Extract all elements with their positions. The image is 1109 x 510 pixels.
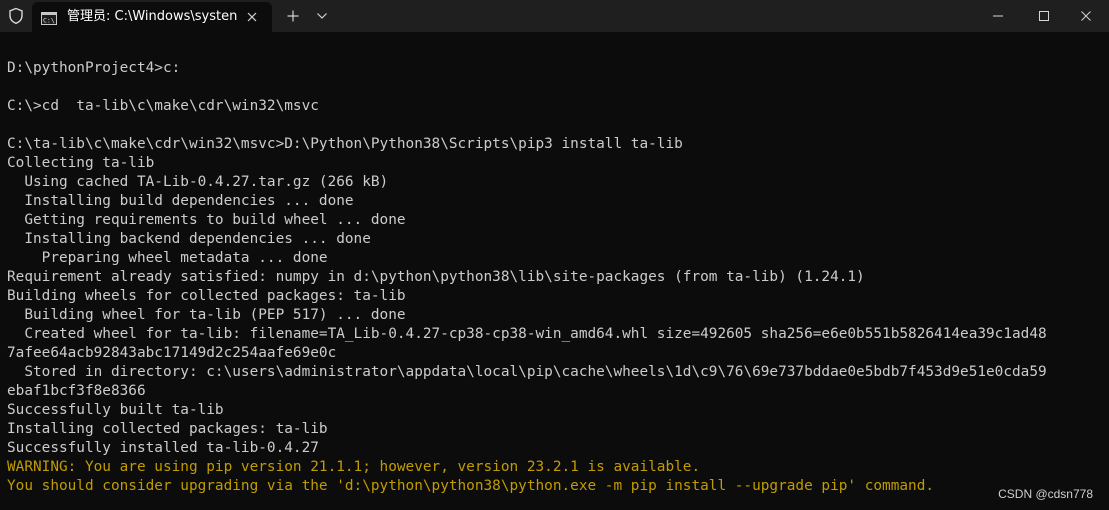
terminal-line: Installing backend dependencies ... done <box>7 231 371 247</box>
maximize-icon <box>1039 11 1049 21</box>
tab-title: 管理员: C:\Windows\systen <box>67 9 238 24</box>
terminal-line: Preparing wheel metadata ... done <box>7 250 328 266</box>
watermark: CSDN @cdsn778 <box>998 487 1093 501</box>
terminal-line: C:\ta-lib\c\make\cdr\win32\msvc>D:\Pytho… <box>7 136 683 152</box>
terminal-line: 7afee64acb92843abc17149d2c254aafe69e0c <box>7 345 337 361</box>
close-window-button[interactable] <box>1063 0 1109 32</box>
minimize-button[interactable] <box>975 0 1021 32</box>
terminal-line: Installing collected packages: ta-lib <box>7 421 328 437</box>
terminal-line: Installing build dependencies ... done <box>7 193 354 209</box>
terminal-line: ebaf1bcf3f8e8366 <box>7 383 146 399</box>
terminal-icon: C:\ <box>41 10 57 25</box>
tab-admin-cmd[interactable]: C:\ 管理员: C:\Windows\systen <box>32 2 272 32</box>
tab-dropdown-button[interactable] <box>310 4 334 28</box>
terminal-line: Getting requirements to build wheel ... … <box>7 212 406 228</box>
warning-line: You should consider upgrading via the 'd… <box>7 478 935 494</box>
svg-text:C:\: C:\ <box>43 17 55 25</box>
minimize-icon <box>993 15 1003 17</box>
terminal-line: Created wheel for ta-lib: filename=TA_Li… <box>7 326 1047 342</box>
terminal-line: Requirement already satisfied: numpy in … <box>7 269 865 285</box>
close-tab-icon[interactable] <box>240 5 264 29</box>
terminal-line: Successfully built ta-lib <box>7 402 224 418</box>
plus-icon <box>287 10 299 22</box>
maximize-button[interactable] <box>1021 0 1067 32</box>
terminal-line: Building wheels for collected packages: … <box>7 288 406 304</box>
terminal-output[interactable]: D:\pythonProject4>c: C:\>cd ta-lib\c\make… <box>7 59 1109 496</box>
warning-line: WARNING: You are using pip version 21.1.… <box>7 459 701 475</box>
terminal-line: Successfully installed ta-lib-0.4.27 <box>7 440 319 456</box>
terminal-line: Using cached TA-Lib-0.4.27.tar.gz (266 k… <box>7 174 389 190</box>
terminal-line: Collecting ta-lib <box>7 155 155 171</box>
close-icon <box>1081 11 1091 21</box>
terminal-line: Building wheel for ta-lib (PEP 517) ... … <box>7 307 406 323</box>
new-tab-button[interactable] <box>280 4 306 28</box>
terminal-line: Stored in directory: c:\users\administra… <box>7 364 1047 380</box>
chevron-down-icon <box>317 13 327 19</box>
terminal-line: C:\>cd ta-lib\c\make\cdr\win32\msvc <box>7 98 319 114</box>
terminal-line: D:\pythonProject4>c: <box>7 60 181 76</box>
title-bar: C:\ 管理员: C:\Windows\systen <box>0 0 1109 32</box>
shield-icon <box>7 7 25 25</box>
